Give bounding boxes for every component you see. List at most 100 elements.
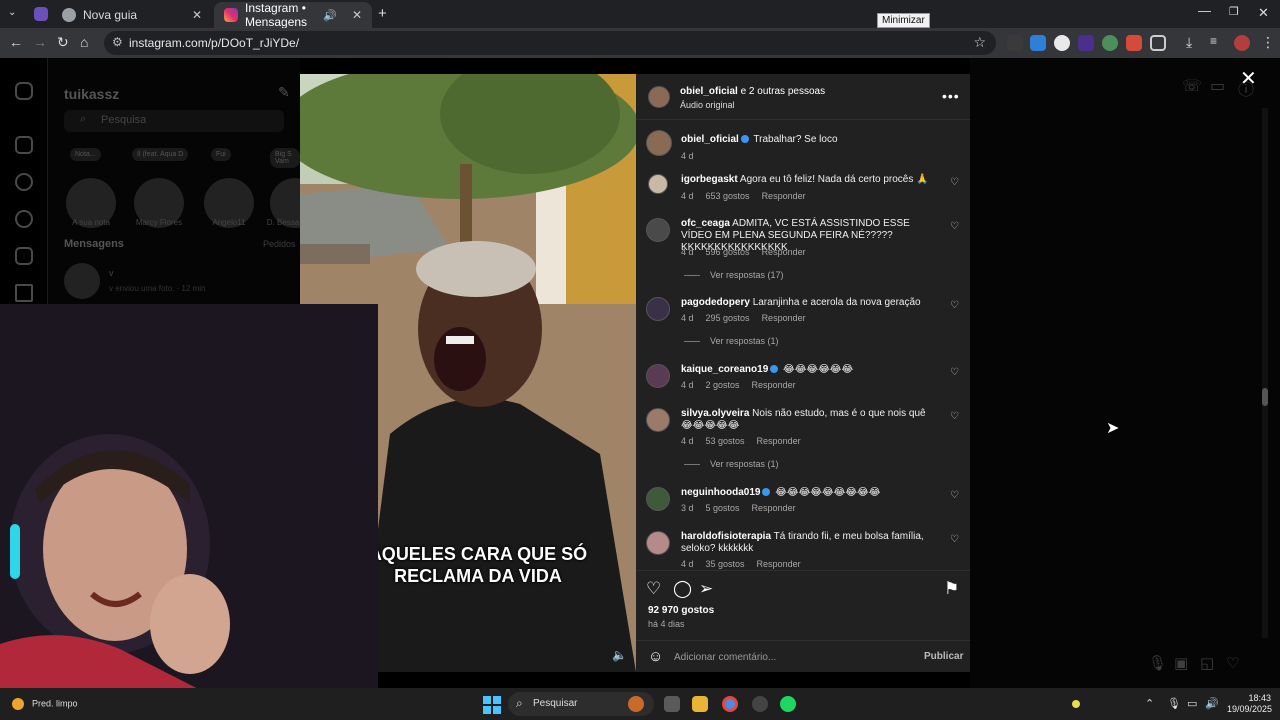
post-likes-count[interactable]: 92 970 gostos bbox=[648, 605, 714, 616]
forward-icon[interactable]: → bbox=[33, 34, 47, 50]
comment-user[interactable]: kaique_coreano19 bbox=[681, 364, 768, 375]
avatar[interactable] bbox=[646, 130, 672, 156]
more-options-icon[interactable]: ••• bbox=[942, 88, 960, 104]
media-controls-icon[interactable]: ≡ bbox=[1210, 34, 1217, 48]
like-comment-icon[interactable]: ♡ bbox=[950, 177, 959, 188]
avatar[interactable] bbox=[646, 531, 670, 555]
restore-icon[interactable]: ❐ bbox=[1229, 5, 1239, 18]
reply-button[interactable]: Responder bbox=[762, 191, 806, 201]
close-tab-icon[interactable]: ✕ bbox=[352, 8, 362, 22]
translate-extension-icon[interactable] bbox=[1030, 35, 1046, 51]
reply-button[interactable]: Responder bbox=[752, 503, 796, 513]
like-comment-icon[interactable]: ♡ bbox=[950, 490, 959, 501]
emoji-icon[interactable]: ☺ bbox=[648, 648, 663, 665]
view-replies-link[interactable]: Ver respostas (1) bbox=[684, 336, 779, 346]
post-author-line[interactable]: obiel_oficial e 2 outras pessoas bbox=[680, 86, 825, 97]
avatar[interactable] bbox=[646, 408, 670, 432]
taskbar-search[interactable]: ⌕ Pesquisar bbox=[508, 692, 654, 716]
workspace-icon[interactable] bbox=[34, 7, 48, 21]
microphone-icon[interactable]: 🎙 bbox=[1148, 654, 1167, 672]
bookmark-star-icon[interactable]: ☆ bbox=[973, 34, 986, 51]
avatar[interactable] bbox=[646, 487, 670, 511]
task-view-icon[interactable] bbox=[664, 696, 680, 712]
comments-list[interactable]: obiel_oficial Trabalhar? Se loco 4 d igo… bbox=[636, 120, 970, 570]
search-icon[interactable] bbox=[15, 173, 33, 191]
avatar[interactable] bbox=[648, 174, 668, 194]
comment-likes[interactable]: 653 gostos bbox=[706, 191, 750, 201]
view-replies-link[interactable]: Ver respostas (1) bbox=[684, 459, 779, 469]
site-info-icon[interactable]: ⚙ bbox=[112, 35, 123, 49]
post-audio[interactable]: Áudio original bbox=[680, 100, 735, 110]
address-bar[interactable]: ⚙ instagram.com/p/DOoT_rJiYDe/ ☆ bbox=[104, 31, 996, 55]
comment-likes[interactable]: 596 gostos bbox=[706, 247, 750, 257]
video-call-icon[interactable]: ▭ bbox=[1210, 76, 1225, 96]
instagram-logo-icon[interactable] bbox=[15, 82, 33, 100]
image-icon[interactable]: ▣ bbox=[1174, 654, 1188, 672]
reload-icon[interactable]: ↻ bbox=[57, 34, 69, 51]
tab-search-icon[interactable]: ⌄ bbox=[8, 7, 16, 18]
close-post-icon[interactable]: ✕ bbox=[1240, 66, 1257, 91]
tray-app-icon[interactable] bbox=[1072, 700, 1080, 708]
heart-icon[interactable]: ♡ bbox=[1226, 654, 1239, 672]
tray-chevron-icon[interactable]: ⌃ bbox=[1145, 697, 1154, 710]
extension-icon[interactable] bbox=[1078, 35, 1094, 51]
comment-user[interactable]: haroldofisioterapia bbox=[681, 531, 771, 542]
page-scrollbar[interactable] bbox=[1262, 108, 1268, 638]
back-icon[interactable]: ← bbox=[9, 34, 23, 50]
comment-user[interactable]: ofc_ceaga bbox=[681, 218, 730, 229]
home-icon[interactable] bbox=[15, 136, 33, 154]
avatar[interactable] bbox=[646, 218, 670, 242]
like-comment-icon[interactable]: ♡ bbox=[950, 534, 959, 545]
volume-icon[interactable]: 🔊 bbox=[1205, 697, 1219, 710]
microphone-icon[interactable]: 🎙 bbox=[1167, 697, 1181, 710]
profile-avatar[interactable] bbox=[1234, 35, 1250, 51]
comment-user[interactable]: igorbegaskt bbox=[681, 174, 738, 185]
phone-icon[interactable]: ☏ bbox=[1182, 76, 1202, 96]
save-bookmark-icon[interactable]: ⚑ bbox=[944, 579, 959, 599]
chrome-icon[interactable] bbox=[722, 696, 738, 712]
extension-icon[interactable] bbox=[1007, 35, 1023, 51]
home-icon[interactable]: ⌂ bbox=[80, 34, 88, 50]
mute-icon[interactable]: 🔈 bbox=[612, 648, 627, 662]
tab-instagram[interactable]: Instagram • Mensagens 🔊 ✕ bbox=[214, 1, 372, 29]
comment-input[interactable] bbox=[674, 647, 914, 667]
account-username[interactable]: tuikassz bbox=[64, 86, 119, 102]
comment-likes[interactable]: 295 gostos bbox=[706, 313, 750, 323]
weather-widget[interactable]: Pred. limpo bbox=[12, 698, 78, 710]
messenger-icon[interactable] bbox=[15, 284, 33, 302]
download-icon[interactable]: ⤓ bbox=[1186, 34, 1192, 51]
menu-kebab-icon[interactable]: ⋮ bbox=[1261, 34, 1275, 51]
comment-user[interactable]: silvya.olyveira bbox=[681, 408, 749, 419]
spotify-icon[interactable] bbox=[780, 696, 796, 712]
close-tab-icon[interactable]: ✕ bbox=[192, 8, 202, 22]
network-icon[interactable]: ▭ bbox=[1187, 697, 1197, 710]
comment-user[interactable]: obiel_oficial bbox=[681, 134, 739, 145]
taskbar-clock[interactable]: 18:43 19/09/2025 bbox=[1227, 693, 1272, 715]
new-message-icon[interactable]: ✎ bbox=[278, 84, 290, 101]
scrollbar-thumb[interactable] bbox=[1262, 388, 1268, 406]
post-author[interactable]: obiel_oficial bbox=[680, 86, 738, 97]
comment-user[interactable]: pagodedopery bbox=[681, 297, 750, 308]
explore-icon[interactable] bbox=[15, 210, 33, 228]
reels-icon[interactable] bbox=[15, 247, 33, 265]
comment-icon[interactable]: ◯ bbox=[673, 579, 692, 599]
comment-user[interactable]: neguinhooda019 bbox=[681, 487, 760, 498]
close-window-icon[interactable]: ✕ bbox=[1258, 5, 1269, 21]
like-comment-icon[interactable]: ♡ bbox=[950, 411, 959, 422]
new-tab-icon[interactable]: + bbox=[378, 5, 387, 22]
reply-button[interactable]: Responder bbox=[757, 436, 801, 446]
reply-button[interactable]: Responder bbox=[762, 247, 806, 257]
sticker-icon[interactable]: ◱ bbox=[1200, 654, 1214, 672]
extension-icon[interactable] bbox=[1102, 35, 1118, 51]
dm-search-input[interactable]: ⌕ Pesquisa bbox=[64, 110, 284, 132]
gamepad-app-icon[interactable] bbox=[752, 696, 768, 712]
conversation-name[interactable]: v bbox=[109, 268, 114, 278]
comment-likes[interactable]: 2 gostos bbox=[706, 380, 740, 390]
minimize-icon[interactable]: — bbox=[1198, 3, 1211, 18]
like-comment-icon[interactable]: ♡ bbox=[950, 300, 959, 311]
avatar[interactable] bbox=[64, 263, 100, 299]
comment-likes[interactable]: 5 gostos bbox=[706, 503, 740, 513]
like-icon[interactable]: ♡ bbox=[646, 579, 661, 599]
avatar[interactable] bbox=[648, 86, 670, 108]
file-explorer-icon[interactable] bbox=[692, 696, 708, 712]
